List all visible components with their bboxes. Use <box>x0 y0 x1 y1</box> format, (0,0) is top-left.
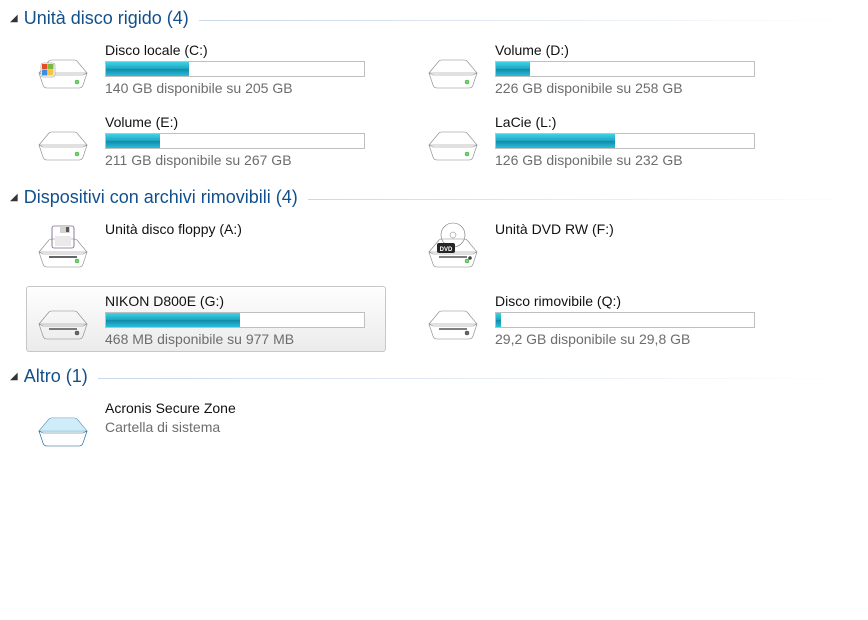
capacity-bar <box>105 61 365 77</box>
capacity-fill <box>496 134 615 148</box>
collapse-arrow-icon: ◢ <box>10 371 18 382</box>
removable-icon <box>33 291 93 347</box>
drive-name: Disco locale (C:) <box>105 42 379 58</box>
hdd-windows-icon <box>33 40 93 96</box>
capacity-fill <box>496 62 530 76</box>
group-header[interactable]: ◢ Altro (1) <box>10 362 858 393</box>
drive-name: Volume (E:) <box>105 114 379 130</box>
hdd-icon <box>423 112 483 168</box>
drive-info: LaCie (L:) 126 GB disponibile su 232 GB <box>495 112 769 168</box>
drive-item[interactable]: Disco rimovibile (Q:) 29,2 GB disponibile… <box>416 286 776 352</box>
drive-info: Disco rimovibile (Q:) 29,2 GB disponibile… <box>495 291 769 347</box>
capacity-fill <box>106 134 160 148</box>
drive-subtext: 211 GB disponibile su 267 GB <box>105 152 379 168</box>
drive-info: Volume (E:) 211 GB disponibile su 267 GB <box>105 112 379 168</box>
hdd-icon <box>423 40 483 96</box>
dvd-icon <box>423 219 483 275</box>
collapse-arrow-icon: ◢ <box>10 192 18 203</box>
drive-subtext: 226 GB disponibile su 258 GB <box>495 80 769 96</box>
capacity-bar <box>495 61 755 77</box>
group-items: Acronis Secure Zone Cartella di sistema <box>10 393 858 459</box>
drive-item[interactable]: Unità DVD RW (F:) <box>416 214 776 280</box>
drive-info: Unità DVD RW (F:) <box>495 219 769 240</box>
group-separator <box>98 378 858 379</box>
hdd-icon <box>33 112 93 168</box>
group: ◢ Altro (1) Acronis Secure Zone Cartella di… <box>10 362 858 459</box>
drive-item[interactable]: NIKON D800E (G:) 468 MB disponibile su 97… <box>26 286 386 352</box>
drive-name: Volume (D:) <box>495 42 769 58</box>
capacity-bar <box>495 312 755 328</box>
capacity-bar <box>105 133 365 149</box>
capacity-bar <box>495 133 755 149</box>
drive-name: LaCie (L:) <box>495 114 769 130</box>
group-items: Disco locale (C:) 140 GB disponibile su 2… <box>10 35 858 173</box>
collapse-arrow-icon: ◢ <box>10 13 18 24</box>
group-title: Unità disco rigido (4) <box>24 8 189 29</box>
secure-icon <box>33 398 93 454</box>
drive-item[interactable]: LaCie (L:) 126 GB disponibile su 232 GB <box>416 107 776 173</box>
group-header[interactable]: ◢ Dispositivi con archivi rimovibili (4) <box>10 183 858 214</box>
floppy-icon <box>33 219 93 275</box>
capacity-bar <box>105 312 365 328</box>
group-header[interactable]: ◢ Unità disco rigido (4) <box>10 4 858 35</box>
drive-item[interactable]: Volume (E:) 211 GB disponibile su 267 GB <box>26 107 386 173</box>
capacity-fill <box>106 62 189 76</box>
drive-subtext: 468 MB disponibile su 977 MB <box>105 331 379 347</box>
drive-name: Disco rimovibile (Q:) <box>495 293 769 309</box>
drive-item[interactable]: Unità disco floppy (A:) <box>26 214 386 280</box>
removable-icon <box>423 291 483 347</box>
group-title: Altro (1) <box>24 366 88 387</box>
drive-name: Unità disco floppy (A:) <box>105 221 379 237</box>
group-separator <box>199 20 858 21</box>
drive-subtext: 140 GB disponibile su 205 GB <box>105 80 379 96</box>
drive-info: Unità disco floppy (A:) <box>105 219 379 240</box>
drive-info: Volume (D:) 226 GB disponibile su 258 GB <box>495 40 769 96</box>
drive-subtext: Cartella di sistema <box>105 419 379 435</box>
drive-item[interactable]: Disco locale (C:) 140 GB disponibile su 2… <box>26 35 386 101</box>
drive-subtext: 126 GB disponibile su 232 GB <box>495 152 769 168</box>
drive-info: Acronis Secure Zone Cartella di sistema <box>105 398 379 435</box>
capacity-fill <box>496 313 501 327</box>
group: ◢ Unità disco rigido (4) Disco locale (C:)… <box>10 4 858 173</box>
drive-name: NIKON D800E (G:) <box>105 293 379 309</box>
drive-info: Disco locale (C:) 140 GB disponibile su 2… <box>105 40 379 96</box>
group-separator <box>308 199 858 200</box>
group: ◢ Dispositivi con archivi rimovibili (4) U… <box>10 183 858 352</box>
group-title: Dispositivi con archivi rimovibili (4) <box>24 187 298 208</box>
drive-info: NIKON D800E (G:) 468 MB disponibile su 97… <box>105 291 379 347</box>
group-items: Unità disco floppy (A:) Unità DVD RW (F:)… <box>10 214 858 352</box>
drive-item[interactable]: Acronis Secure Zone Cartella di sistema <box>26 393 386 459</box>
drive-subtext: 29,2 GB disponibile su 29,8 GB <box>495 331 769 347</box>
drive-name: Unità DVD RW (F:) <box>495 221 769 237</box>
drive-name: Acronis Secure Zone <box>105 400 379 416</box>
drive-item[interactable]: Volume (D:) 226 GB disponibile su 258 GB <box>416 35 776 101</box>
capacity-fill <box>106 313 240 327</box>
